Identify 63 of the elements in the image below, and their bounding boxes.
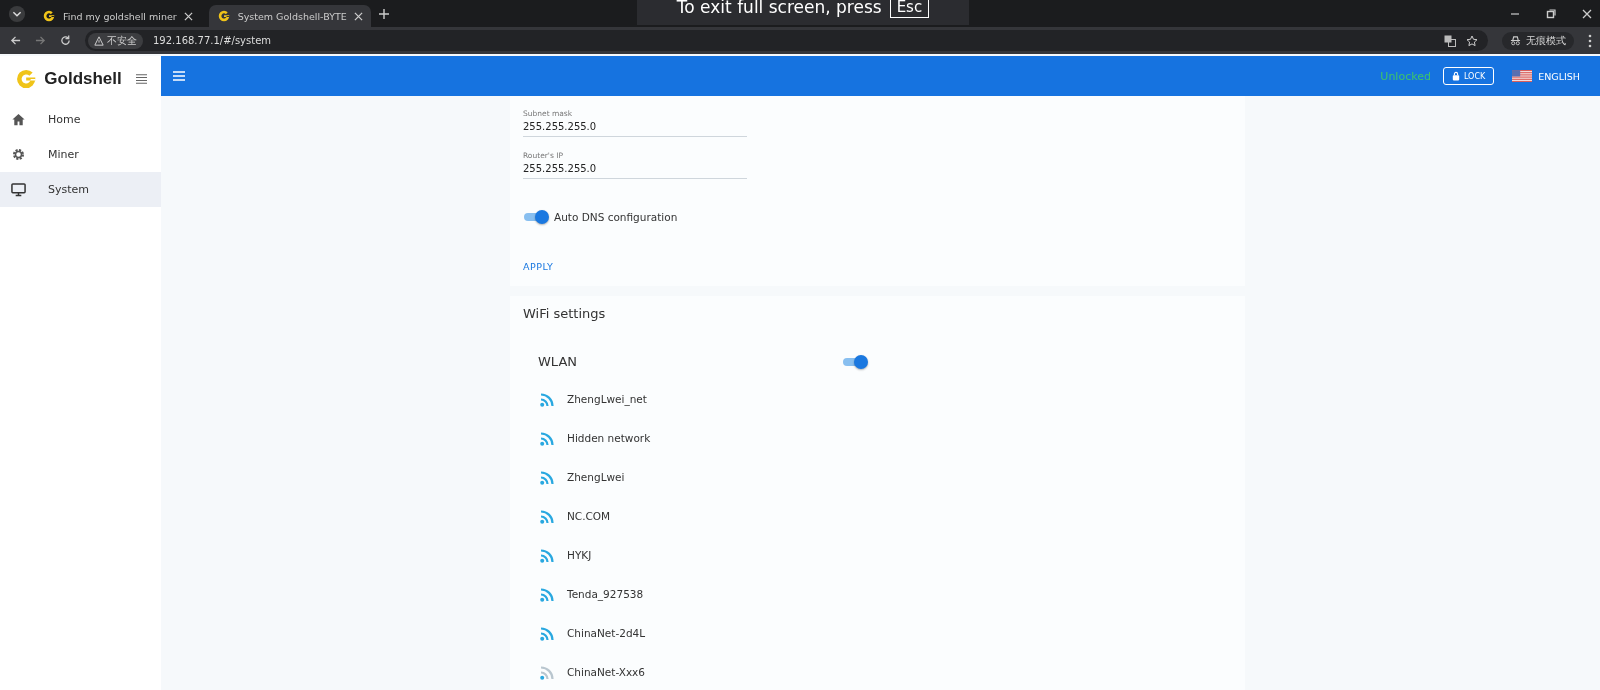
star-icon[interactable]	[1466, 34, 1478, 47]
network-item[interactable]: NC.COM	[523, 496, 1232, 535]
restore-icon[interactable]	[1546, 8, 1556, 19]
wifi-signal-icon	[540, 468, 554, 485]
wlan-label: WLAN	[538, 354, 577, 369]
wifi-signal-icon	[540, 546, 554, 563]
address-field[interactable]: 不安全 192.168.77.1/#/system	[85, 30, 1488, 51]
profile-chip[interactable]: 无痕模式	[1502, 31, 1574, 50]
sidebar-item[interactable]: Home	[0, 102, 161, 137]
wifi-signal-icon	[540, 624, 554, 641]
close-icon[interactable]	[353, 11, 363, 21]
wifi-signal-icon	[540, 663, 554, 680]
monitor-icon	[11, 182, 26, 197]
wifi-signal-icon	[540, 507, 554, 524]
close-icon[interactable]	[183, 11, 193, 21]
forward-icon[interactable]	[35, 35, 46, 46]
incognito-icon	[1510, 35, 1521, 46]
sidebar-item[interactable]: Miner	[0, 137, 161, 172]
input-field[interactable]: 255.255.255.0	[523, 118, 747, 137]
translate-icon[interactable]	[1444, 34, 1456, 47]
new-tab-icon[interactable]	[378, 8, 389, 19]
lock-button[interactable]: LOCK	[1442, 67, 1495, 85]
toggle-switch[interactable]	[842, 354, 868, 369]
menu-icon[interactable]	[135, 73, 147, 85]
network-item[interactable]: ZhengLwei	[523, 457, 1232, 496]
home-icon	[11, 112, 26, 127]
key-label: Esc	[889, 0, 930, 18]
profile-label: 无痕模式	[1526, 33, 1566, 48]
back-icon[interactable]	[10, 35, 21, 46]
network-item[interactable]: Tenda_927538	[523, 574, 1232, 613]
gear-icon	[11, 147, 26, 162]
warning-icon	[94, 35, 104, 46]
security-label: 不安全	[107, 33, 137, 48]
network-item[interactable]: ChinaNet-Xxx6	[523, 652, 1232, 690]
section-title: WiFi settings	[523, 305, 607, 321]
reload-icon[interactable]	[60, 35, 71, 46]
toggle-label: Auto DNS configuration	[554, 211, 678, 223]
apply-button[interactable]: APPLY	[523, 257, 554, 276]
more-icon[interactable]	[1588, 33, 1592, 48]
security-chip[interactable]: 不安全	[88, 32, 143, 49]
toggle-switch[interactable]	[523, 210, 549, 224]
logo-icon	[42, 9, 56, 23]
lock-status: Unlocked	[1380, 69, 1431, 83]
network-item[interactable]: HYKJ	[523, 535, 1232, 574]
sidebar-item[interactable]: System	[0, 172, 161, 207]
wifi-signal-icon	[540, 429, 554, 446]
network-item[interactable]: Hidden network	[523, 418, 1232, 457]
notice-text: To exit full screen, press	[676, 0, 882, 17]
flag-icon	[1512, 70, 1533, 82]
lock-icon	[1451, 71, 1460, 81]
input-field[interactable]: 255.255.255.0	[523, 160, 747, 179]
close-icon[interactable]	[1582, 8, 1592, 19]
tab-list-icon[interactable]	[8, 4, 26, 23]
brand-name: Goldshell	[44, 69, 122, 89]
wifi-signal-icon	[540, 585, 554, 602]
browser-tab[interactable]: Find my goldshell miner	[34, 5, 201, 27]
url-text: 192.168.77.1/#/system	[153, 35, 272, 46]
network-item[interactable]: ZhengLwei_net	[523, 379, 1232, 418]
logo-icon	[216, 9, 231, 23]
network-item[interactable]: ChinaNet-2d4L	[523, 613, 1232, 652]
language-selector[interactable]: ENGLISH	[1512, 70, 1580, 82]
browser-tab[interactable]: System Goldshell-BYTE	[208, 5, 371, 27]
wifi-signal-icon	[540, 390, 554, 407]
